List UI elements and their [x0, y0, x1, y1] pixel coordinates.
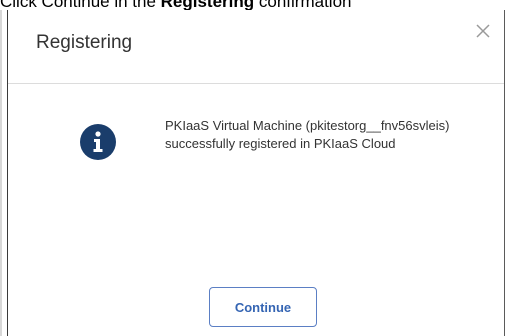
- document-instruction-text: Click Continue in the Registering confir…: [0, 0, 505, 10]
- close-icon: [476, 23, 490, 43]
- confirmation-message: PKIaaS Virtual Machine (pkitestorg__fnv5…: [165, 118, 450, 151]
- background-window-edge: [0, 10, 2, 336]
- instruction-suffix: confirmation: [254, 0, 352, 10]
- page: Click Continue in the Registering confir…: [0, 0, 505, 336]
- instruction-bold: Registering: [160, 0, 255, 10]
- dialog-header: Registering: [8, 10, 504, 84]
- registering-dialog: Registering PKIaaS Virtual Machine (pkit…: [7, 10, 505, 336]
- continue-button[interactable]: Continue: [209, 287, 317, 327]
- instruction-prefix: Click Continue in the: [0, 0, 161, 10]
- info-icon: [80, 124, 116, 160]
- dialog-title: Registering: [36, 32, 133, 53]
- close-button[interactable]: [472, 22, 494, 44]
